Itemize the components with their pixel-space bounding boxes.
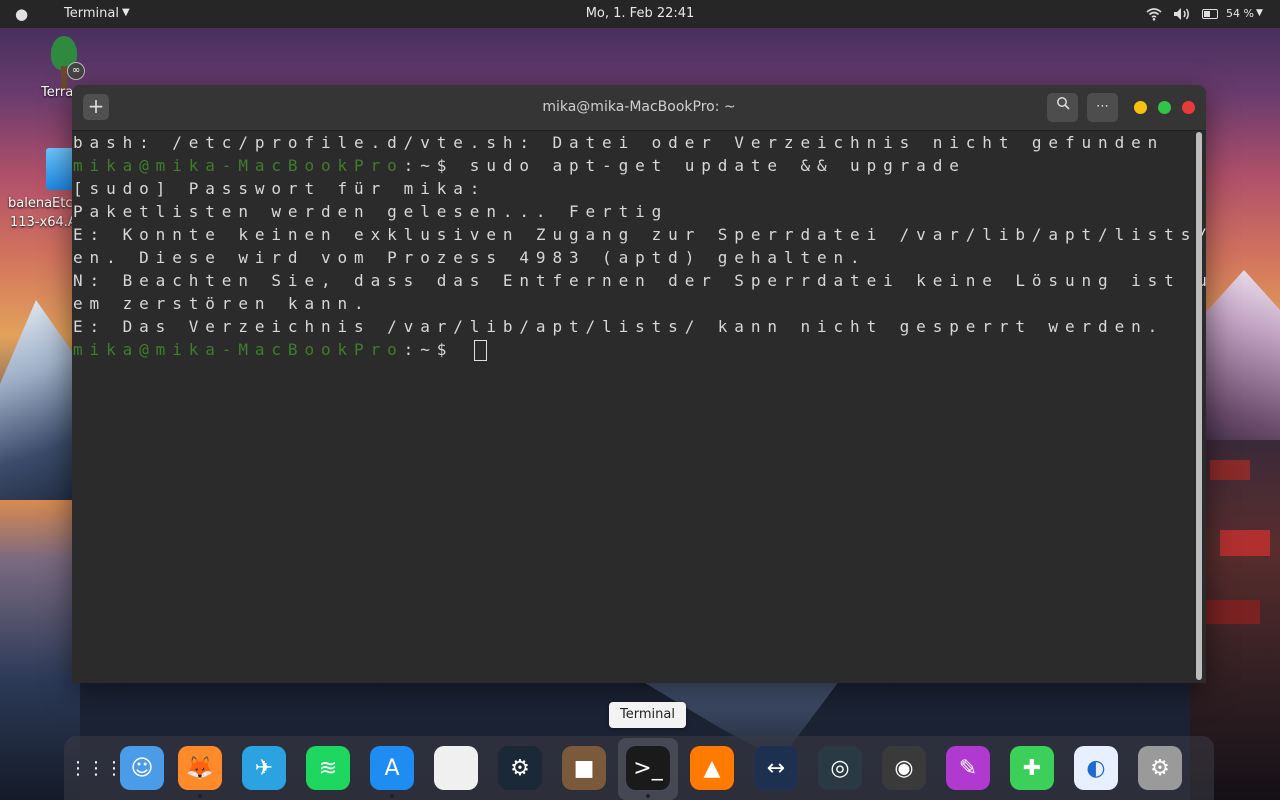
output-line: [sudo] Passwort für mika: [73,179,487,198]
wallpaper-mountain-left [0,300,80,510]
wallpaper-house [1200,600,1260,624]
dock-stacer-icon[interactable]: ◎ [818,746,862,790]
search-icon [1056,97,1070,110]
title-bar[interactable]: + mika@mika-MacBookPro: ~ ⋯ [72,85,1206,131]
battery-icon[interactable] [1202,9,1218,19]
dock-text-editor-icon[interactable] [434,746,478,790]
running-indicator [198,794,202,798]
running-indicator [646,794,650,798]
terminal-output[interactable]: bash: /etc/profile.d/vte.sh: Datei oder … [72,131,1206,681]
dock-terminal-icon[interactable]: >_ [626,746,670,790]
dock-app-store-icon[interactable]: A [370,746,414,790]
volume-icon[interactable] [1173,7,1191,25]
output-line: E: Konnte keinen exklusiven Zugang zur S… [73,225,1206,244]
output-line: N: Beachten Sie, dass das Entfernen der … [73,271,1206,290]
dock-finder-icon[interactable]: ☺ [120,746,164,790]
dock-vlc-icon[interactable]: ▲ [690,746,734,790]
output-line: en. Diese wird vom Prozess 4983 (aptd) g… [73,248,867,267]
output-line: E: Das Verzeichnis /var/lib/apt/lists/ k… [73,317,1165,336]
text-cursor [473,340,487,361]
minimize-button[interactable] [1134,101,1147,114]
window-title: mika@mika-MacBookPro: ~ [542,99,736,115]
prompt-sep: :~$ [403,156,454,175]
battery-percent[interactable]: 54 % [1226,7,1254,20]
command-line: mika@mika-MacBookPro:~$ sudo apt-get upd… [73,154,966,177]
dock-teamviewer-icon[interactable]: ↔ [754,746,798,790]
dock-pencil-app-icon[interactable]: ✎ [946,746,990,790]
wifi-icon[interactable] [1146,7,1162,25]
search-button[interactable] [1047,93,1078,122]
dock-spotify-icon[interactable]: ≋ [306,746,350,790]
dock-app-grid-icon[interactable]: ⋮⋮⋮ [69,746,123,790]
menu-button[interactable]: ⋯ [1087,93,1118,122]
clock[interactable]: Mo, 1. Feb 22:41 [0,6,1280,21]
maximize-button[interactable] [1158,101,1171,114]
system-menu-chevron-icon[interactable]: ▼ [1256,8,1263,18]
dock-telegram-icon[interactable]: ✈ [242,746,286,790]
dock-tweaks-icon[interactable]: ◐ [1074,746,1118,790]
output-line: em zerstören kann. [73,294,371,313]
dock-minecraft-icon[interactable]: ■ [562,746,606,790]
dock-steam-icon[interactable]: ⚙ [498,746,542,790]
dock-firefox-icon[interactable]: 🦊 [178,746,222,790]
desktop-icon-label: balenaEtch [8,196,81,211]
output-line: bash: /etc/profile.d/vte.sh: Datei oder … [73,133,1165,152]
terminal-window[interactable]: + mika@mika-MacBookPro: ~ ⋯ bash: /etc/p… [72,85,1206,683]
prompt-user: mika@mika-MacBookPro [73,340,404,359]
dock-screenshot-icon[interactable]: ◉ [882,746,926,790]
scrollbar[interactable] [1196,132,1202,680]
top-bar: ● Terminal ▼ Mo, 1. Feb 22:41 54 % ▼ [0,0,1280,28]
close-button[interactable] [1182,101,1195,114]
prompt-user: mika@mika-MacBookPro [73,156,404,175]
dock-extensions-icon[interactable]: ✚ [1010,746,1054,790]
prompt-sep: :~$ [403,340,454,359]
command-text [453,340,470,359]
wallpaper-house [1220,530,1270,556]
command-text: sudo apt-get update && upgrade [453,156,966,175]
desktop-icon-label: Terra [41,85,74,100]
link-icon: ∞ [67,62,85,80]
dock-system-settings-icon[interactable]: ⚙ [1138,746,1182,790]
prompt-line[interactable]: mika@mika-MacBookPro:~$ [73,338,487,361]
output-line: Paketlisten werden gelesen... Fertig [73,202,669,221]
dock-tooltip: Terminal [609,702,686,728]
wallpaper-house [1210,460,1250,480]
running-indicator [390,794,394,798]
